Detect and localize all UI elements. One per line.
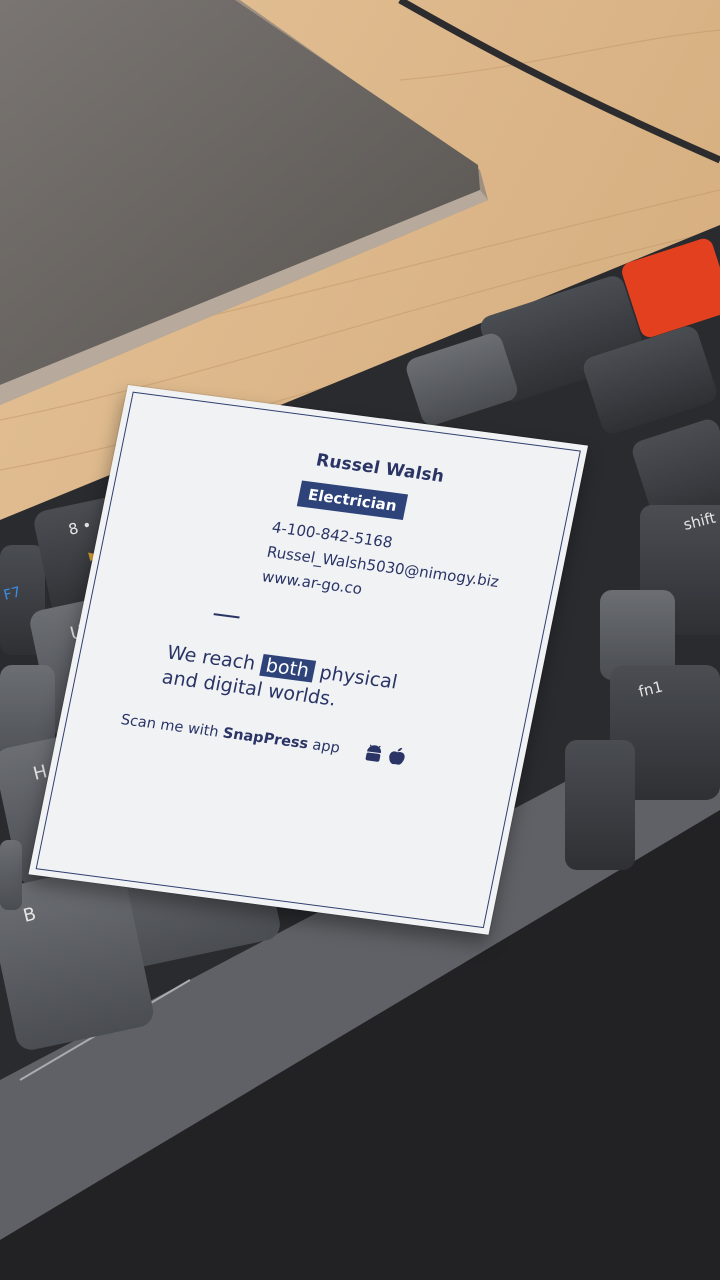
store-icons (365, 744, 405, 765)
business-card: Russel Walsh Electrician 4-100-842-5168 … (28, 385, 589, 935)
card-tagline: We reach both physical and digital world… (160, 641, 400, 720)
scan-pre: Scan me with (119, 712, 225, 742)
scan-brand: SnapPress (221, 725, 310, 753)
tagline-highlight: both (258, 653, 317, 683)
scan-post: app (306, 736, 342, 757)
apple-icon (389, 747, 405, 765)
card-scan-text: Scan me with SnapPress app (119, 712, 341, 757)
card-website: www.ar-go.co (260, 567, 364, 599)
card-divider (213, 613, 240, 619)
android-icon (365, 744, 381, 762)
photo-scene: F7 F8 F9 8 • 9 ( ▶‖ ▷▷ U H N B shift fn1… (0, 0, 720, 1280)
card-name: Russel Walsh (314, 450, 446, 487)
card-title-badge: Electrician (296, 480, 409, 521)
